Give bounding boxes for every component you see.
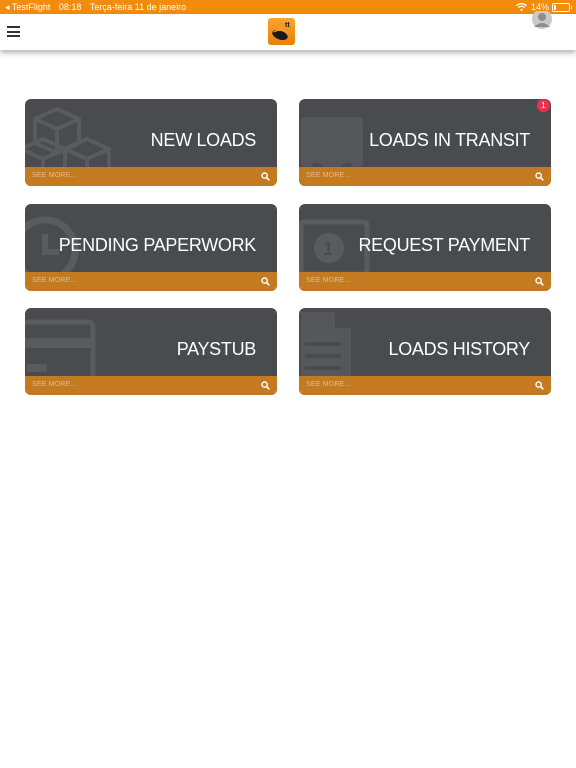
search-icon[interactable] — [261, 381, 270, 390]
tile-loads-in-transit[interactable]: LOADS IN TRANSIT SEE MORE... — [299, 99, 551, 186]
user-avatar-icon[interactable] — [532, 11, 552, 29]
tile-title: PAYSTUB — [176, 339, 257, 359]
svg-text:tt: tt — [285, 22, 290, 29]
tile-new-loads[interactable]: NEW LOADS SEE MORE... — [25, 99, 277, 186]
notification-badge: 1 — [537, 99, 550, 112]
status-bar-left: ◂ TestFlight 08:18 Terça-feira 11 de jan… — [5, 0, 192, 14]
tile-paystub[interactable]: PAYSTUB SEE MORE... — [25, 308, 277, 395]
tile-title: LOADS HISTORY — [388, 339, 531, 359]
search-icon[interactable] — [261, 277, 270, 286]
status-bar: ◂ TestFlight 08:18 Terça-feira 11 de jan… — [0, 0, 576, 14]
search-icon[interactable] — [535, 381, 544, 390]
tile-footer[interactable]: SEE MORE... — [299, 167, 551, 186]
see-more-link[interactable]: SEE MORE... — [306, 277, 351, 284]
search-icon[interactable] — [535, 172, 544, 181]
tile-title: LOADS IN TRANSIT — [369, 130, 530, 150]
tile-title: NEW LOADS — [150, 130, 257, 150]
search-icon[interactable] — [535, 277, 544, 286]
app-header: tt — [0, 11, 576, 50]
tile-footer[interactable]: SEE MORE... — [25, 272, 277, 291]
tile-footer[interactable]: SEE MORE... — [299, 272, 551, 291]
tile-footer[interactable]: SEE MORE... — [25, 376, 277, 395]
tile-loads-history[interactable]: LOADS HISTORY SEE MORE... — [299, 308, 551, 395]
hamburger-icon[interactable] — [7, 26, 20, 37]
see-more-link[interactable]: SEE MORE... — [32, 172, 77, 179]
tile-title: PENDING PAPERWORK — [58, 235, 257, 255]
app-logo[interactable]: tt — [268, 18, 295, 45]
logo-graphic: tt — [272, 22, 290, 41]
see-more-link[interactable]: SEE MORE... — [32, 277, 77, 284]
search-icon[interactable] — [261, 172, 270, 181]
status-date: Terça-feira 11 de janeiro — [89, 2, 187, 12]
battery-icon — [552, 2, 572, 12]
see-more-link[interactable]: SEE MORE... — [306, 381, 351, 388]
tile-title: REQUEST PAYMENT — [358, 235, 530, 255]
tile-footer[interactable]: SEE MORE... — [299, 376, 551, 395]
wifi-icon — [516, 3, 527, 11]
tile-pending-paperwork[interactable]: PENDING PAPERWORK SEE MORE... — [25, 204, 277, 291]
tile-request-payment[interactable]: 1 REQUEST PAYMENT SEE MORE... — [299, 204, 551, 291]
status-time: 08:18 — [58, 2, 82, 12]
tile-footer[interactable]: SEE MORE... — [25, 167, 277, 186]
svg-text:1: 1 — [323, 239, 333, 259]
see-more-link[interactable]: SEE MORE... — [306, 172, 351, 179]
back-to-app-link[interactable]: ◂ TestFlight — [5, 2, 50, 12]
see-more-link[interactable]: SEE MORE... — [32, 381, 77, 388]
